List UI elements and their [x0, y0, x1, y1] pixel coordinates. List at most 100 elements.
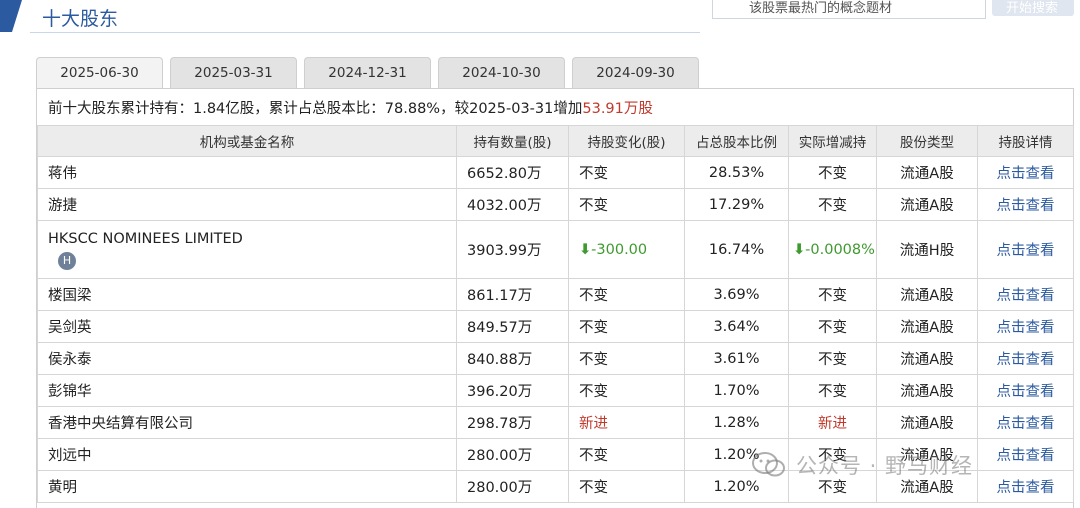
change-cell: 不变	[568, 156, 685, 189]
actual-change-cell: 不变	[788, 374, 877, 407]
quantity-cell: 280.00万	[456, 470, 569, 503]
actual-change-cell: 不变	[788, 310, 877, 343]
share-type-cell: 流通A股	[876, 438, 978, 471]
search-button-label: 开始搜索	[1006, 1, 1059, 16]
search-input[interactable]: 该股票最热门的概念题材	[712, 0, 986, 19]
share-type: 流通H股	[899, 243, 955, 259]
table-header-row: 机构或基金名称 持有数量(股) 持股变化(股) 占总股本比例 实际增减持 股份类…	[37, 125, 1074, 157]
share-type-cell: 流通A股	[876, 470, 978, 503]
share-type-cell: 流通A股	[876, 156, 978, 189]
view-detail-link[interactable]: 点击查看	[997, 198, 1055, 214]
share-type: 流通A股	[900, 416, 954, 432]
actual-change: 不变	[818, 384, 847, 400]
actual-change-cell: 不变	[788, 470, 877, 503]
holding-quantity: 6652.80万	[467, 166, 542, 182]
actual-change: 新进	[818, 416, 847, 432]
section-marker	[0, 0, 22, 32]
share-type-cell: 流通A股	[876, 406, 978, 439]
view-detail-link[interactable]: 点击查看	[997, 243, 1055, 259]
view-detail-link[interactable]: 点击查看	[997, 416, 1055, 432]
view-detail-link[interactable]: 点击查看	[997, 288, 1055, 304]
holder-name: 刘远中	[48, 448, 92, 464]
holding-quantity: 4032.00万	[467, 198, 542, 214]
tab-2025-03-31[interactable]: 2025-03-31	[170, 57, 297, 88]
share-type: 流通A股	[900, 288, 954, 304]
header-change: 持股变化(股)	[568, 125, 685, 157]
table-row: 吴剑英 849.57万 不变 3.64% 不变 流通A股 点击查看	[37, 310, 1074, 343]
change-cell: ⬇-300.00	[568, 220, 685, 279]
holding-quantity: 280.00万	[467, 448, 533, 464]
change-cell: 不变	[568, 188, 685, 221]
header-share-type: 股份类型	[876, 125, 978, 157]
detail-cell: 点击查看	[977, 310, 1074, 343]
summary-prefix: 前十大股东累计持有：	[48, 101, 193, 117]
tab-2024-12-31[interactable]: 2024-12-31	[304, 57, 431, 88]
change-cell: 不变	[568, 342, 685, 375]
holding-ratio: 28.53%	[708, 164, 765, 181]
share-type-cell: 流通A股	[876, 278, 978, 311]
ratio-cell: 1.28%	[684, 406, 789, 439]
holding-change: 不变	[579, 352, 608, 368]
view-detail-link[interactable]: 点击查看	[997, 166, 1055, 182]
holding-ratio: 1.28%	[713, 414, 760, 431]
share-type: 流通A股	[900, 198, 954, 214]
holder-name-cell: 游捷	[37, 188, 457, 221]
share-type-cell: 流通A股	[876, 188, 978, 221]
tab-2025-06-30[interactable]: 2025-06-30	[36, 57, 163, 90]
header-detail: 持股详情	[977, 125, 1074, 157]
tab-2024-10-30[interactable]: 2024-10-30	[438, 57, 565, 88]
view-detail-link[interactable]: 点击查看	[997, 480, 1055, 496]
holding-quantity: 861.17万	[467, 288, 533, 304]
holder-name-cell: 黄明	[37, 470, 457, 503]
detail-cell: 点击查看	[977, 438, 1074, 471]
holding-quantity: 840.88万	[467, 352, 533, 368]
ratio-cell: 3.64%	[684, 310, 789, 343]
holding-change: 不变	[579, 480, 608, 496]
actual-change-cell: 不变	[788, 188, 877, 221]
view-detail-link[interactable]: 点击查看	[997, 384, 1055, 400]
holding-ratio: 1.20%	[713, 446, 760, 463]
header-quantity: 持有数量(股)	[456, 125, 569, 157]
holdings-summary: 前十大股东累计持有：1.84亿股，累计占总股本比：78.88%，较2025-03…	[48, 97, 653, 118]
tab-2024-09-30[interactable]: 2024-09-30	[572, 57, 699, 88]
ratio-cell: 1.20%	[684, 438, 789, 471]
actual-change: -0.0008%	[805, 241, 875, 258]
summary-total-shares: 1.84亿股	[193, 101, 255, 117]
change-cell: 不变	[568, 438, 685, 471]
holder-name: 黄明	[48, 480, 77, 496]
quantity-cell: 4032.00万	[456, 188, 569, 221]
actual-change: 不变	[818, 480, 847, 496]
actual-change: 不变	[818, 198, 847, 214]
holding-change: -300.00	[591, 241, 648, 258]
quantity-cell: 6652.80万	[456, 156, 569, 189]
change-cell: 新进	[568, 406, 685, 439]
detail-cell: 点击查看	[977, 342, 1074, 375]
share-type-cell: 流通A股	[876, 342, 978, 375]
holding-quantity: 298.78万	[467, 416, 533, 432]
actual-change: 不变	[818, 288, 847, 304]
table-row: 蒋伟 6652.80万 不变 28.53% 不变 流通A股 点击查看	[37, 156, 1074, 189]
view-detail-link[interactable]: 点击查看	[997, 320, 1055, 336]
view-detail-link[interactable]: 点击查看	[997, 352, 1055, 368]
search-button[interactable]: 开始搜索	[992, 0, 1074, 16]
ratio-cell: 16.74%	[684, 220, 789, 279]
detail-cell: 点击查看	[977, 374, 1074, 407]
actual-change-cell: 不变	[788, 278, 877, 311]
holding-ratio: 3.64%	[713, 318, 760, 335]
holder-name-cell: 楼国梁	[37, 278, 457, 311]
holder-name-cell: 香港中央结算有限公司	[37, 406, 457, 439]
holders-panel: 前十大股东累计持有：1.84亿股，累计占总股本比：78.88%，较2025-03…	[36, 88, 1074, 508]
quantity-cell: 298.78万	[456, 406, 569, 439]
actual-change-cell: 不变	[788, 156, 877, 189]
detail-cell: 点击查看	[977, 278, 1074, 311]
summary-ratio-label: ，累计占总股本比：	[254, 101, 385, 117]
ratio-cell: 1.70%	[684, 374, 789, 407]
share-type: 流通A股	[900, 166, 954, 182]
quantity-cell: 861.17万	[456, 278, 569, 311]
header-holder-name: 机构或基金名称	[37, 125, 457, 157]
view-detail-link[interactable]: 点击查看	[997, 448, 1055, 464]
quantity-cell: 396.20万	[456, 374, 569, 407]
holding-ratio: 1.70%	[713, 382, 760, 399]
actual-change-cell: 不变	[788, 342, 877, 375]
hk-badge-icon: H	[58, 251, 76, 270]
